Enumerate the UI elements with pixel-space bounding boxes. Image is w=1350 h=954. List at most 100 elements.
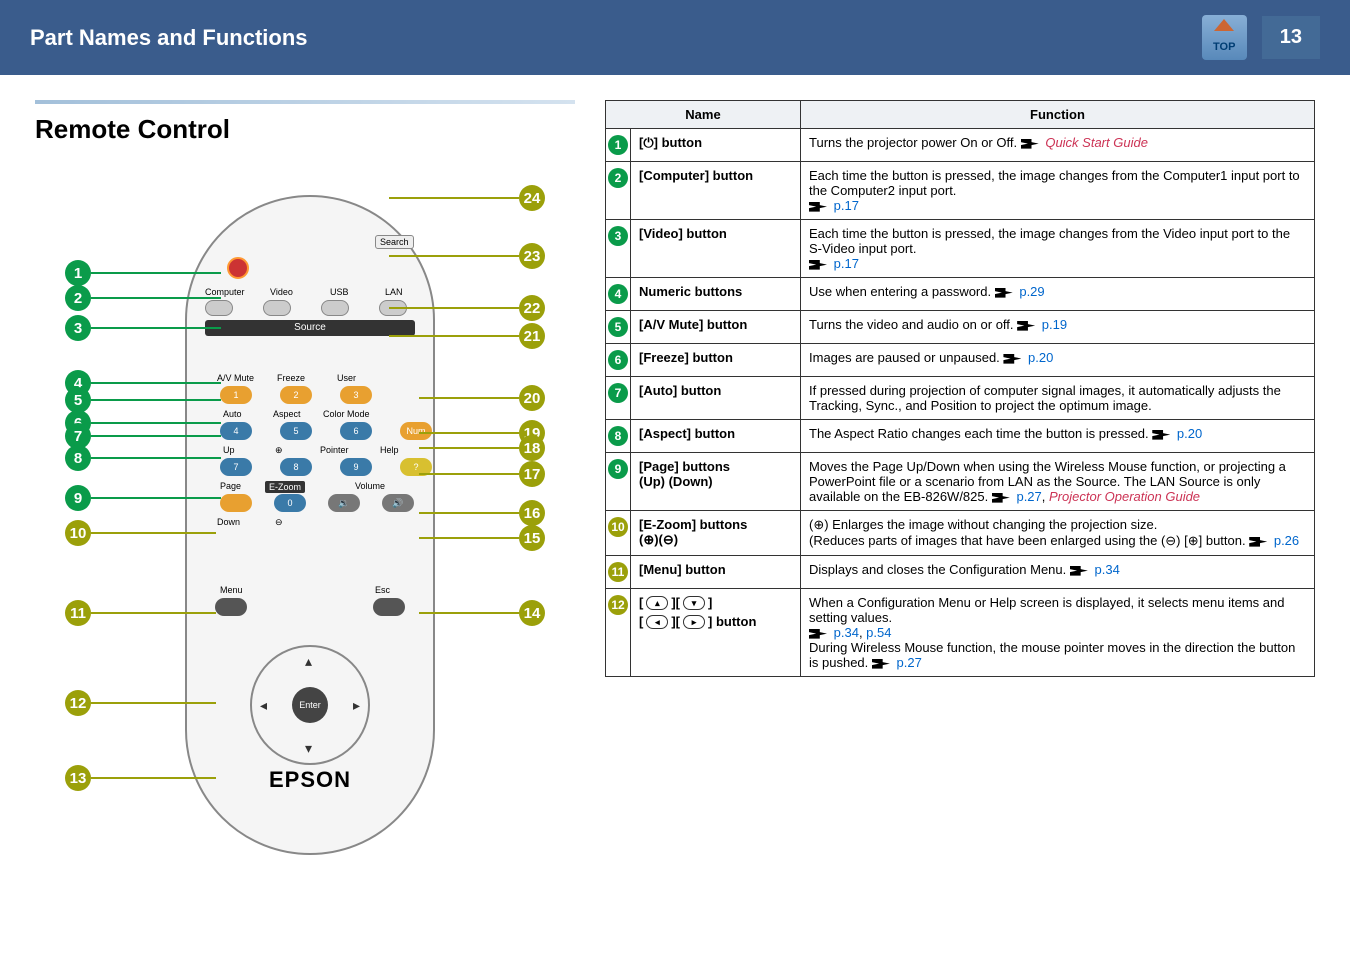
header-right: TOP 13 xyxy=(1202,15,1320,60)
esc-button xyxy=(373,598,405,616)
remote-diagram: EPSON Search Computer Video USB LAN Sour… xyxy=(65,165,545,865)
row-name: [E-Zoom] buttons(⊕)(⊖) xyxy=(631,511,801,556)
row-function: Each time the button is pressed, the ima… xyxy=(801,162,1315,220)
section-title: Remote Control xyxy=(35,114,575,145)
callout-15: 15 xyxy=(419,525,545,551)
left-column: Remote Control EPSON Search Computer Vid… xyxy=(35,100,575,865)
row-name: [Computer] button xyxy=(631,162,801,220)
auto-label: Auto xyxy=(223,409,242,419)
table-row: 11[Menu] buttonDisplays and closes the C… xyxy=(606,556,1315,589)
page-up-button xyxy=(220,494,252,512)
pointer-label: Pointer xyxy=(320,445,349,455)
row-function: Displays and closes the Configuration Me… xyxy=(801,556,1315,589)
section-rule xyxy=(35,100,575,104)
callout-12: 12 xyxy=(65,690,216,716)
right-arrow-icon: ▸ xyxy=(353,697,360,714)
right-column: Name Function 1[⏻] buttonTurns the proje… xyxy=(605,100,1315,865)
row-function: (⊕) Enlarges the image without changing … xyxy=(801,511,1315,556)
row-name: [⏻] button xyxy=(631,129,801,162)
num-row-4: 0 🔉 🔊 xyxy=(220,494,414,512)
page-label: Page xyxy=(220,481,241,491)
callout-20: 20 xyxy=(419,385,545,411)
row-number: 2 xyxy=(606,162,631,220)
row-number: 3 xyxy=(606,220,631,278)
ezoom-plus-label: ⊕ xyxy=(275,445,283,456)
video-button xyxy=(263,300,291,316)
table-row: 3[Video] buttonEach time the button is p… xyxy=(606,220,1315,278)
num-2-button: 2 xyxy=(280,386,312,404)
num-8-button: 8 xyxy=(280,458,312,476)
usb-button xyxy=(321,300,349,316)
row-number: 12 xyxy=(606,589,631,677)
table-row: 1[⏻] buttonTurns the projector power On … xyxy=(606,129,1315,162)
volume-label: Volume xyxy=(355,481,385,491)
row-number: 4 xyxy=(606,278,631,311)
row-name: [Freeze] button xyxy=(631,344,801,377)
row-name: [A/V Mute] button xyxy=(631,311,801,344)
freeze-label: Freeze xyxy=(277,373,305,383)
row-name: [Menu] button xyxy=(631,556,801,589)
menu-button xyxy=(215,598,247,616)
row-name: [Auto] button xyxy=(631,377,801,420)
top-icon[interactable]: TOP xyxy=(1202,15,1247,60)
num-1-button: 1 xyxy=(220,386,252,404)
table-row: 6[Freeze] buttonImages are paused or unp… xyxy=(606,344,1315,377)
row-name: [▴][▾][◂][▸] button xyxy=(631,589,801,677)
row-number: 5 xyxy=(606,311,631,344)
row-number: 10 xyxy=(606,511,631,556)
row-function: Each time the button is pressed, the ima… xyxy=(801,220,1315,278)
source-bar: Source xyxy=(205,320,415,336)
table-row: 2[Computer] buttonEach time the button i… xyxy=(606,162,1315,220)
row-function: Images are paused or unpaused. p.20 xyxy=(801,344,1315,377)
down-arrow-icon: ▾ xyxy=(305,740,312,757)
row-function: Use when entering a password. p.29 xyxy=(801,278,1315,311)
row-number: 9 xyxy=(606,453,631,511)
callout-3: 3 xyxy=(65,315,221,341)
num-5-button: 5 xyxy=(280,422,312,440)
power-button-icon xyxy=(227,257,249,279)
table-row: 7[Auto] buttonIf pressed during projecti… xyxy=(606,377,1315,420)
callout-10: 10 xyxy=(65,520,216,546)
page-header: Part Names and Functions TOP 13 xyxy=(0,0,1350,75)
table-row: 10[E-Zoom] buttons(⊕)(⊖)(⊕) Enlarges the… xyxy=(606,511,1315,556)
callout-18: 18 xyxy=(419,435,545,461)
th-name: Name xyxy=(606,101,801,129)
function-table: Name Function 1[⏻] buttonTurns the proje… xyxy=(605,100,1315,677)
num-0-button: 0 xyxy=(274,494,306,512)
source-buttons-row xyxy=(205,300,407,316)
left-arrow-icon: ◂ xyxy=(260,697,267,714)
callout-23: 23 xyxy=(389,243,545,269)
avmute-label: A/V Mute xyxy=(217,373,254,383)
table-row: 8[Aspect] buttonThe Aspect Ratio changes… xyxy=(606,420,1315,453)
row-number: 6 xyxy=(606,344,631,377)
down-label: Down xyxy=(217,517,240,527)
num-3-button: 3 xyxy=(340,386,372,404)
content: Remote Control EPSON Search Computer Vid… xyxy=(0,75,1350,890)
callout-13: 13 xyxy=(65,765,216,791)
vol-up-button: 🔊 xyxy=(382,494,414,512)
nav-circle: Enter ▴ ▾ ◂ ▸ xyxy=(250,645,370,765)
row-name: Numeric buttons xyxy=(631,278,801,311)
ezoom-minus-label: ⊖ xyxy=(275,517,283,528)
enter-button: Enter xyxy=(292,687,328,723)
aspect-label: Aspect xyxy=(273,409,301,419)
callout-1: 1 xyxy=(65,260,221,286)
row-number: 1 xyxy=(606,129,631,162)
row-function: When a Configuration Menu or Help screen… xyxy=(801,589,1315,677)
row-name: [Page] buttons(Up) (Down) xyxy=(631,453,801,511)
help-label: Help xyxy=(380,445,399,455)
num-row-1: 1 2 3 xyxy=(220,386,372,404)
num-6-button: 6 xyxy=(340,422,372,440)
num-9-button: 9 xyxy=(340,458,372,476)
usb-label: USB xyxy=(330,287,349,297)
th-function: Function xyxy=(801,101,1315,129)
row-function: Moves the Page Up/Down when using the Wi… xyxy=(801,453,1315,511)
user-label: User xyxy=(337,373,356,383)
video-label: Video xyxy=(270,287,293,297)
callout-8: 8 xyxy=(65,445,221,471)
row-number: 7 xyxy=(606,377,631,420)
row-name: [Aspect] button xyxy=(631,420,801,453)
table-row: 4Numeric buttonsUse when entering a pass… xyxy=(606,278,1315,311)
page-number: 13 xyxy=(1262,16,1320,59)
up-arrow-icon: ▴ xyxy=(305,653,312,670)
